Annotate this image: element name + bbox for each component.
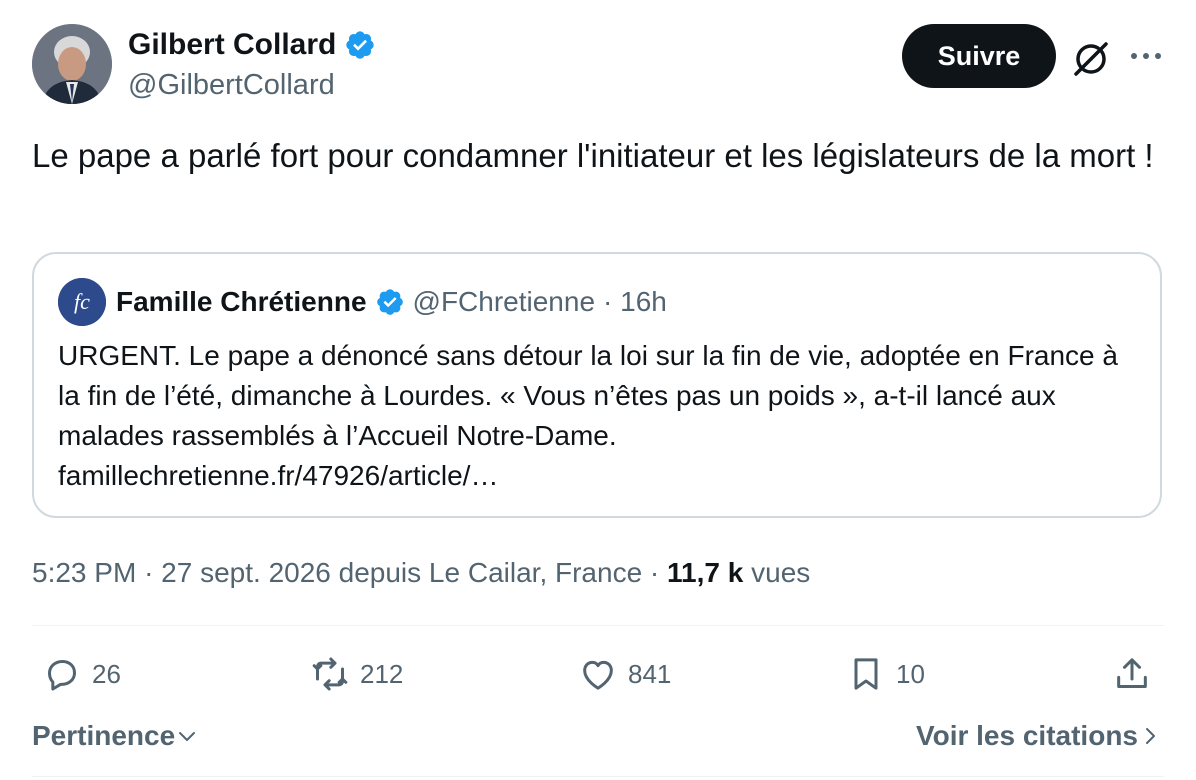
- divider: [32, 776, 1164, 777]
- quoted-text: URGENT. Le pape a dénoncé sans détour la…: [58, 340, 1118, 451]
- views-label: vues: [751, 557, 811, 588]
- bookmark-icon: [854, 658, 878, 690]
- tweet-time[interactable]: 5:23 PM: [32, 557, 136, 588]
- like-count: 841: [628, 658, 672, 689]
- like-button[interactable]: 841: [578, 652, 671, 696]
- more-icon[interactable]: [1128, 44, 1164, 68]
- quoted-avatar: fc: [58, 278, 106, 326]
- svg-text:fc: fc: [74, 289, 90, 314]
- reply-icon: [48, 660, 76, 691]
- famille-chretienne-logo: fc: [58, 278, 106, 326]
- quoted-header: Famille Chrétienne @FChretienne · 16h: [116, 284, 667, 320]
- sort-dropdown[interactable]: Pertinence: [32, 718, 199, 754]
- view-quotes-link[interactable]: Voir les citations: [916, 718, 1162, 754]
- quoted-time: · 16h: [603, 286, 667, 317]
- heart-icon: [583, 660, 613, 690]
- reply-count: 26: [92, 658, 121, 689]
- author-handle[interactable]: @GilbertCollard: [128, 68, 335, 102]
- tweet-text: Le pape a parlé fort pour condamner l'in…: [32, 137, 1154, 174]
- follow-button[interactable]: Suivre: [902, 24, 1056, 88]
- author-name[interactable]: Gilbert Collard: [128, 27, 336, 63]
- author-name-row[interactable]: Gilbert Collard: [128, 27, 376, 63]
- quoted-author-handle: @FChretienne: [412, 286, 596, 317]
- repost-count: 212: [360, 658, 404, 689]
- tweet-meta: 5:23 PM · 27 sept. 2026 depuis Le Cailar…: [32, 554, 810, 592]
- views-count: 11,7 k: [667, 557, 744, 588]
- verified-badge-icon: [376, 289, 403, 315]
- quoted-author-name: Famille Chrétienne: [116, 286, 367, 317]
- bookmark-count: 10: [896, 658, 925, 689]
- repost-icon: [312, 657, 348, 691]
- bookmark-button[interactable]: 10: [846, 652, 925, 696]
- share-icon: [1117, 658, 1147, 688]
- quoted-link[interactable]: famillechretienne.fr/47926/article/…: [58, 460, 498, 491]
- repost-button[interactable]: 212: [310, 652, 403, 696]
- quoted-tweet-card[interactable]: fc Famille Chrétienne @FChretienne · 16h…: [32, 252, 1162, 518]
- chevron-down-icon: [179, 732, 196, 741]
- sort-label: Pertinence: [32, 720, 176, 751]
- author-avatar[interactable]: [32, 24, 112, 104]
- tweet-date-location: · 27 sept. 2026 depuis Le Cailar, France…: [144, 557, 660, 588]
- share-button[interactable]: [1112, 652, 1162, 696]
- avatar-image: [32, 24, 112, 104]
- quoted-text-block: URGENT. Le pape a dénoncé sans détour la…: [58, 336, 1143, 496]
- quotes-label: Voir les citations: [916, 720, 1138, 751]
- divider: [32, 625, 1164, 626]
- verified-badge-icon: [346, 31, 375, 59]
- grok-icon[interactable]: [1072, 40, 1110, 78]
- reply-button[interactable]: 26: [42, 652, 121, 696]
- chevron-right-icon: [1146, 728, 1155, 744]
